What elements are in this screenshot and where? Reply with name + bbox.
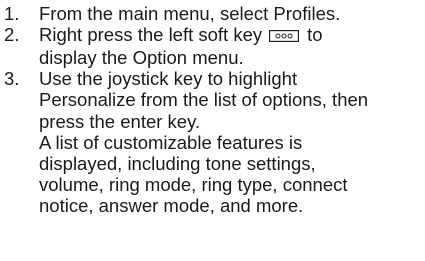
step-text-line1: Use the joystick key to highlight <box>39 68 298 90</box>
step-number: 3. <box>4 68 20 90</box>
note-line4: notice, answer mode, and more. <box>39 195 304 217</box>
step-text-line3: press the enter key. <box>39 110 201 132</box>
step-text-line2: display the Option menu. <box>39 46 244 68</box>
step-number: 1. <box>4 3 20 24</box>
step-text: Use the joystick key to highlight Person… <box>39 68 425 132</box>
instruction-steps: 1. From the main menu, select Profiles. … <box>0 3 425 217</box>
document-page: 1. From the main menu, select Profiles. … <box>0 0 425 261</box>
step-1: 1. From the main menu, select Profiles. <box>0 3 425 24</box>
step-text: From the main menu, select Profiles. <box>39 3 341 24</box>
note-line3: volume, ring mode, ring type, connect <box>39 174 348 196</box>
step-text-line2: Personalize from the list of options, th… <box>39 89 369 111</box>
step-3: 3. Use the joystick key to highlight Per… <box>0 68 425 216</box>
soft-key-icon <box>269 25 300 46</box>
step-2: 2. Right press the left soft key to disp… <box>0 24 425 68</box>
note-line1: A list of customizable features is <box>39 131 303 153</box>
note-line2: displayed, including tone settings, <box>39 152 316 174</box>
step-number: 2. <box>4 24 20 46</box>
step-text: Right press the left soft key to display… <box>39 24 425 68</box>
step-note: A list of customizable features is displ… <box>39 132 425 217</box>
step-text-after-key: to <box>307 24 323 46</box>
step-text-before-key: Right press the left soft key <box>39 24 263 46</box>
